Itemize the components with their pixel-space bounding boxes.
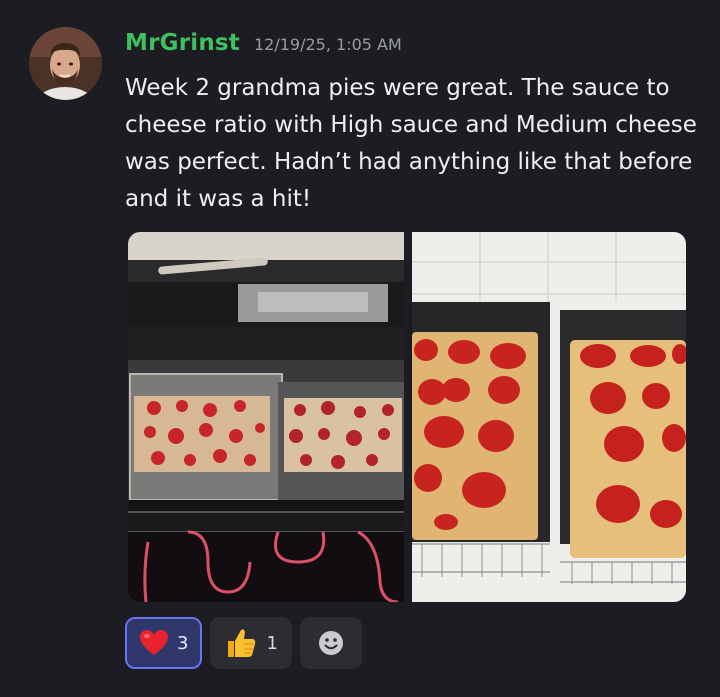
reaction-heart[interactable]: 3	[125, 617, 203, 669]
timestamp[interactable]: 12/19/25, 1:05 AM	[254, 35, 402, 54]
chat-message: MrGrinst 12/19/25, 1:05 AM Week 2 grandm…	[0, 0, 720, 697]
add-reaction-button[interactable]	[299, 617, 362, 669]
message-header: MrGrinst 12/19/25, 1:05 AM	[125, 30, 402, 56]
reaction-thumbs-up[interactable]: 1	[210, 617, 292, 669]
reaction-count: 1	[266, 632, 278, 654]
oven-pizza-photo	[128, 232, 404, 602]
smiley-icon	[318, 631, 343, 655]
pizza-pans-photo	[412, 232, 686, 602]
reactions-bar: 3 1	[125, 617, 362, 669]
image-gallery	[128, 232, 686, 602]
attachment-image-pizzas[interactable]	[412, 232, 686, 602]
avatar[interactable]	[29, 27, 102, 100]
attachment-image-oven[interactable]	[128, 232, 404, 602]
username[interactable]: MrGrinst	[125, 30, 240, 56]
avatar-photo	[29, 27, 102, 100]
message-text: Week 2 grandma pies were great. The sauc…	[125, 75, 697, 212]
heart-icon	[140, 630, 168, 655]
thumbs-up-icon	[228, 629, 256, 657]
reaction-count: 3	[177, 632, 189, 654]
